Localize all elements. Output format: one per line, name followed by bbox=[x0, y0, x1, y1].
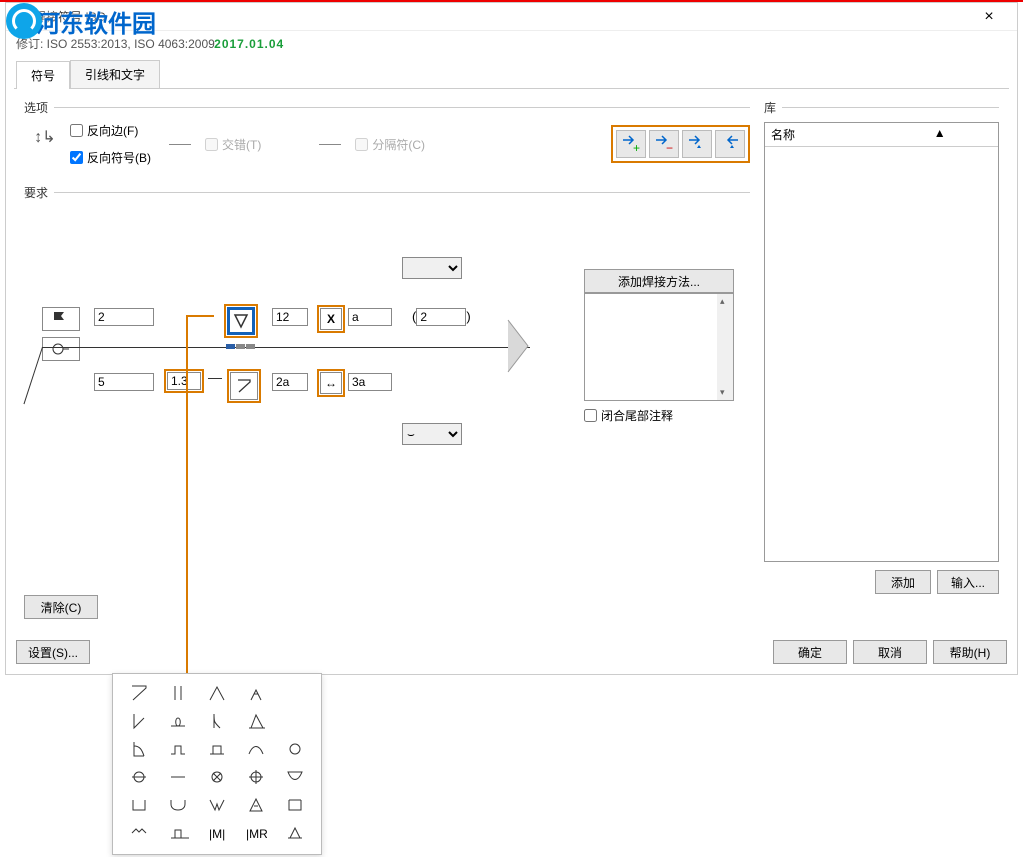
library-list[interactable]: 名称▲ bbox=[764, 122, 999, 562]
palette-sym[interactable] bbox=[158, 820, 197, 848]
options-section: 选项 bbox=[24, 99, 750, 116]
palette-sym[interactable] bbox=[119, 764, 158, 792]
callout-line bbox=[186, 315, 188, 695]
palette-sym[interactable]: |MR| bbox=[237, 820, 276, 848]
svg-text:|MR|: |MR| bbox=[246, 827, 267, 841]
svg-text:+: + bbox=[633, 141, 640, 154]
palette-sym[interactable] bbox=[119, 736, 158, 764]
palette-sym[interactable] bbox=[119, 792, 158, 820]
palette-sym[interactable] bbox=[237, 792, 276, 820]
palette-sym[interactable] bbox=[237, 736, 276, 764]
ok-button[interactable]: 确定 bbox=[773, 640, 847, 664]
palette-sym[interactable] bbox=[197, 708, 236, 736]
leader-line bbox=[42, 347, 72, 407]
reference-line bbox=[42, 347, 530, 348]
clear-button[interactable]: 清除(C) bbox=[24, 595, 98, 619]
stagger-preview-icon bbox=[169, 144, 191, 145]
weld-method-listbox[interactable] bbox=[584, 293, 734, 401]
finish-bottom-select[interactable]: ⌣ bbox=[402, 423, 462, 445]
symbol-palette: |M| |MR| bbox=[112, 673, 322, 855]
palette-sym[interactable] bbox=[197, 736, 236, 764]
palette-sym[interactable] bbox=[158, 736, 197, 764]
requirements-section: 要求 bbox=[24, 184, 750, 201]
lib-remove-icon[interactable]: − bbox=[649, 130, 679, 158]
palette-sym[interactable] bbox=[119, 680, 158, 708]
sort-icon[interactable]: ▲ bbox=[882, 123, 999, 146]
cancel-button[interactable]: 取消 bbox=[853, 640, 927, 664]
separator-preview-icon bbox=[319, 144, 341, 145]
revision-label: 修订: ISO 2553:2013, ISO 4063:2009 2017.01… bbox=[6, 31, 1017, 56]
palette-sym[interactable] bbox=[119, 708, 158, 736]
palette-sym[interactable] bbox=[276, 736, 315, 764]
field-flag-button[interactable] bbox=[42, 307, 80, 331]
library-section: 库 bbox=[764, 99, 999, 116]
palette-sym[interactable] bbox=[197, 792, 236, 820]
palette-sym[interactable] bbox=[237, 680, 276, 708]
palette-sym[interactable] bbox=[158, 680, 197, 708]
top-prefix-input[interactable] bbox=[94, 308, 154, 326]
reverse-side-checkbox[interactable]: 反向边(F) bbox=[70, 122, 151, 139]
reverse-symbol-checkbox[interactable]: 反向符号(B) bbox=[70, 149, 151, 166]
lib-update-icon[interactable] bbox=[682, 130, 712, 158]
top-multiplier-button[interactable]: X bbox=[320, 308, 342, 330]
bottom-spacing-button[interactable]: ↔ bbox=[320, 372, 342, 394]
tab-symbol[interactable]: 符号 bbox=[16, 61, 70, 89]
settings-button[interactable]: 设置(S)... bbox=[16, 640, 90, 664]
bottom-pitch-input[interactable] bbox=[348, 373, 392, 391]
close-tail-checkbox[interactable]: 闭合尾部注释 bbox=[584, 407, 734, 424]
library-add-button[interactable]: 添加 bbox=[875, 570, 931, 594]
palette-sym[interactable] bbox=[197, 680, 236, 708]
welding-symbol-dialog: 河东软件园 焊接符号 ISO × 修订: ISO 2553:2013, ISO … bbox=[5, 2, 1018, 675]
library-name-header[interactable]: 名称 bbox=[765, 123, 882, 146]
watermark-date: 2017.01.04 bbox=[214, 37, 284, 51]
lib-add-icon[interactable]: + bbox=[616, 130, 646, 158]
palette-sym[interactable] bbox=[276, 792, 315, 820]
bottom-prefix-input[interactable] bbox=[94, 373, 154, 391]
palette-sym[interactable] bbox=[158, 708, 197, 736]
finish-top-select[interactable] bbox=[402, 257, 462, 279]
swap-sides-button[interactable] bbox=[500, 311, 536, 381]
palette-sym[interactable] bbox=[197, 764, 236, 792]
library-quick-buttons: + − bbox=[611, 125, 750, 163]
svg-text:|M|: |M| bbox=[209, 827, 225, 841]
titlebar: 焊接符号 ISO × bbox=[6, 3, 1017, 31]
top-pitch-input[interactable] bbox=[348, 308, 392, 326]
palette-sym[interactable] bbox=[276, 764, 315, 792]
palette-sym[interactable] bbox=[237, 708, 276, 736]
top-symbol-button[interactable] bbox=[224, 304, 258, 338]
separator-checkbox: 分隔符(C) bbox=[355, 136, 425, 153]
palette-sym[interactable] bbox=[237, 764, 276, 792]
stagger-checkbox: 交错(T) bbox=[205, 136, 261, 153]
help-button[interactable]: 帮助(H) bbox=[933, 640, 1007, 664]
palette-sym[interactable] bbox=[158, 792, 197, 820]
palette-sym[interactable]: |M| bbox=[197, 820, 236, 848]
lib-apply-icon[interactable] bbox=[715, 130, 745, 158]
palette-sym[interactable] bbox=[276, 820, 315, 848]
flip-icon: ↕↳ bbox=[30, 122, 60, 152]
close-icon[interactable]: × bbox=[969, 8, 1009, 26]
svg-text:−: − bbox=[666, 141, 673, 154]
top-size-input[interactable] bbox=[272, 308, 308, 326]
bottom-symbol-button[interactable] bbox=[227, 369, 261, 403]
library-import-button[interactable]: 输入... bbox=[937, 570, 999, 594]
window-title: 焊接符号 ISO bbox=[14, 8, 969, 25]
top-group-input[interactable] bbox=[416, 308, 466, 326]
tab-leader-text[interactable]: 引线和文字 bbox=[70, 60, 160, 88]
contour-indicator bbox=[226, 338, 264, 344]
palette-sym[interactable] bbox=[119, 820, 158, 848]
bottom-depth-input[interactable] bbox=[167, 372, 201, 390]
bottom-size-input[interactable] bbox=[272, 373, 308, 391]
add-weld-method-button[interactable]: 添加焊接方法... bbox=[584, 269, 734, 293]
palette-sym[interactable] bbox=[158, 764, 197, 792]
